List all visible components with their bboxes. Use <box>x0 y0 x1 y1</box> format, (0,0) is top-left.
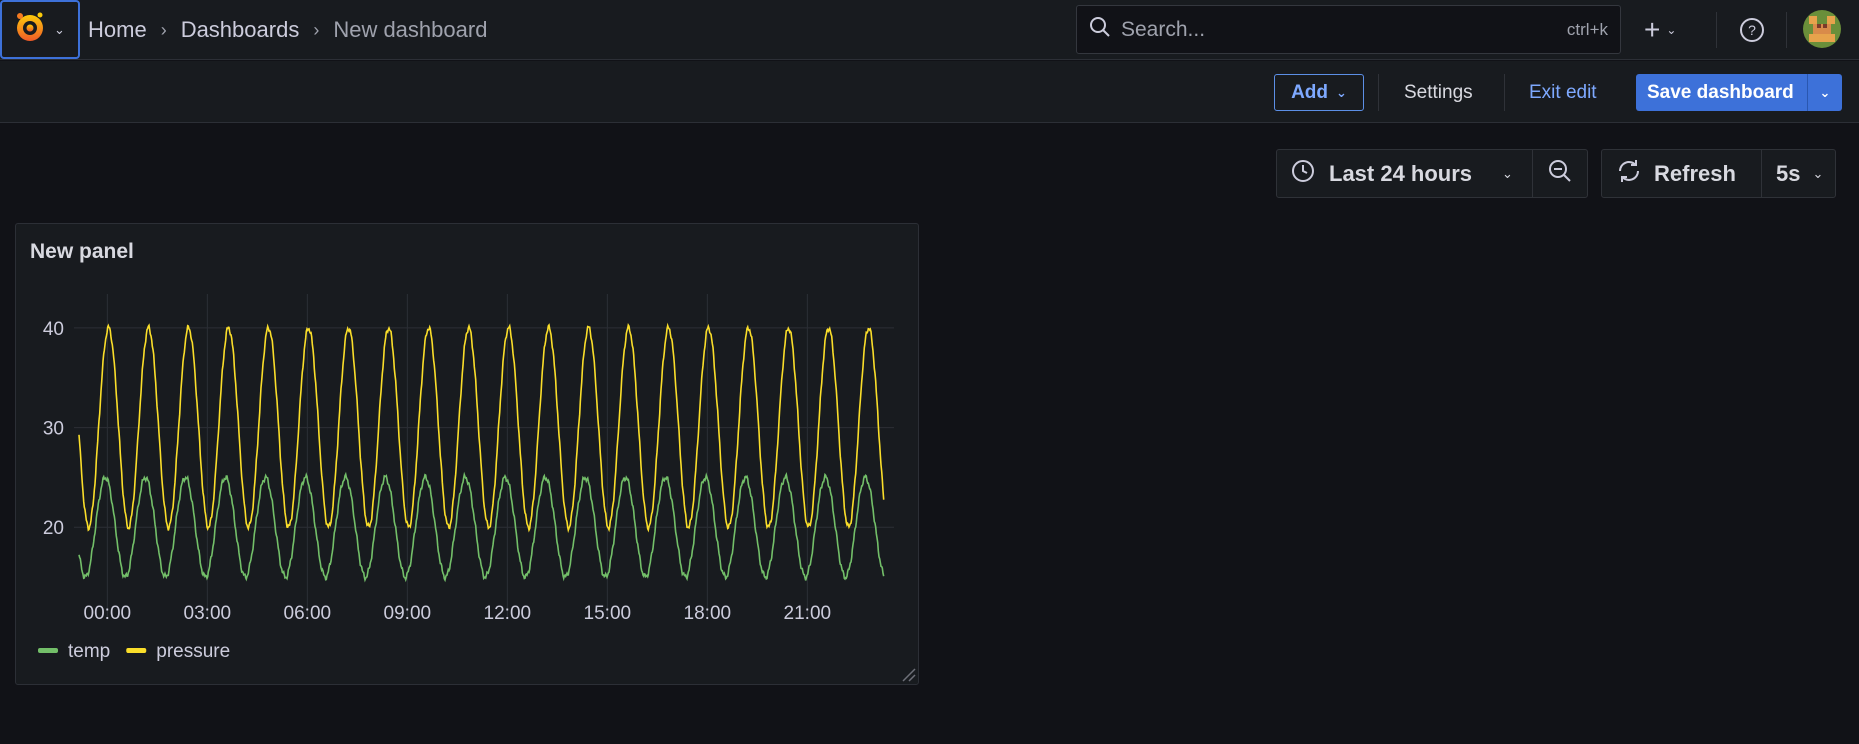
new-button[interactable]: + ⌄ <box>1644 12 1676 48</box>
divider <box>1504 74 1505 111</box>
resize-handle-icon[interactable] <box>900 666 916 682</box>
add-button-label: Add <box>1291 81 1329 103</box>
y-tick-label: 30 <box>43 419 64 440</box>
save-dashboard-button[interactable]: Save dashboard ⌄ <box>1636 74 1842 111</box>
x-tick-label: 18:00 <box>684 603 732 624</box>
refresh-button[interactable]: Refresh <box>1602 149 1762 198</box>
add-button[interactable]: Add ⌄ <box>1274 74 1364 111</box>
plus-icon: + <box>1644 14 1661 45</box>
refresh-picker: Refresh 5s ⌄ <box>1601 149 1836 198</box>
home-menu-button[interactable]: ⌄ <box>0 0 80 59</box>
legend-swatch-temp <box>38 648 58 653</box>
breadcrumb: Home › Dashboards › New dashboard <box>88 0 487 60</box>
save-options-chevron-icon[interactable]: ⌄ <box>1808 85 1842 101</box>
divider <box>1716 12 1717 48</box>
x-tick-label: 15:00 <box>584 603 632 624</box>
refresh-interval-select[interactable]: 5s ⌄ <box>1762 161 1823 187</box>
refresh-icon <box>1616 158 1642 190</box>
exit-edit-button[interactable]: Exit edit <box>1517 74 1609 111</box>
x-tick-label: 00:00 <box>84 603 132 624</box>
save-dashboard-label: Save dashboard <box>1647 81 1794 103</box>
refresh-label: Refresh <box>1654 160 1736 186</box>
time-range-label: Last 24 hours <box>1329 160 1473 186</box>
chevron-down-icon: ⌄ <box>1502 165 1513 181</box>
breadcrumb-dashboards[interactable]: Dashboards <box>181 17 300 43</box>
time-range-button[interactable]: Last 24 hours ⌄ <box>1277 159 1532 189</box>
svg-text:?: ? <box>1748 22 1756 38</box>
search-shortcut: ctrl+k <box>1566 19 1608 39</box>
legend-label-pressure: pressure <box>156 641 230 662</box>
x-tick-label: 03:00 <box>184 603 232 624</box>
zoom-out-button[interactable] <box>1532 149 1587 198</box>
top-nav-bar: ⌄ Home › Dashboards › New dashboard Sear… <box>0 0 1859 60</box>
legend-swatch-pressure <box>126 648 147 653</box>
avatar[interactable] <box>1803 10 1841 48</box>
legend-label-temp: temp <box>68 641 110 662</box>
dashboard-panel[interactable]: New panel 20 30 40 00:00 03:00 06:00 09:00 12:0… <box>15 223 919 685</box>
help-icon[interactable]: ? <box>1738 16 1766 44</box>
chevron-down-icon: ⌄ <box>1666 23 1677 37</box>
clock-icon <box>1291 159 1315 189</box>
chevron-down-icon: ⌄ <box>1336 84 1347 100</box>
refresh-interval-value: 5s <box>1776 160 1801 186</box>
breadcrumb-current: New dashboard <box>333 17 488 42</box>
x-tick-label: 09:00 <box>384 603 432 624</box>
search-input[interactable]: Search... ctrl+k <box>1076 5 1621 54</box>
search-placeholder: Search... <box>1121 17 1206 41</box>
x-tick-label: 12:00 <box>484 603 532 624</box>
chevron-down-icon: ⌄ <box>1812 165 1824 181</box>
grafana-logo-icon <box>12 9 48 50</box>
time-picker: Last 24 hours ⌄ <box>1276 149 1588 198</box>
panel-title[interactable]: New panel <box>30 240 134 264</box>
dashboard-edit-toolbar: Add ⌄ Settings Exit edit Save dashboard … <box>0 61 1859 123</box>
breadcrumb-home[interactable]: Home <box>88 17 147 43</box>
settings-button[interactable]: Settings <box>1390 74 1487 111</box>
y-tick-label: 40 <box>43 319 64 340</box>
divider <box>1786 12 1787 48</box>
zoom-out-icon <box>1548 159 1572 188</box>
chevron-right-icon: › <box>313 19 320 40</box>
x-tick-label: 21:00 <box>784 603 832 624</box>
chevron-down-icon: ⌄ <box>54 21 65 37</box>
time-series-chart: 20 30 40 00:00 03:00 06:00 09:00 12:00 15:00 18:0… <box>38 294 894 662</box>
divider <box>1378 74 1379 111</box>
y-tick-label: 20 <box>43 518 64 539</box>
x-tick-label: 06:00 <box>284 603 332 624</box>
chevron-right-icon: › <box>160 19 167 40</box>
search-icon <box>1089 16 1111 43</box>
